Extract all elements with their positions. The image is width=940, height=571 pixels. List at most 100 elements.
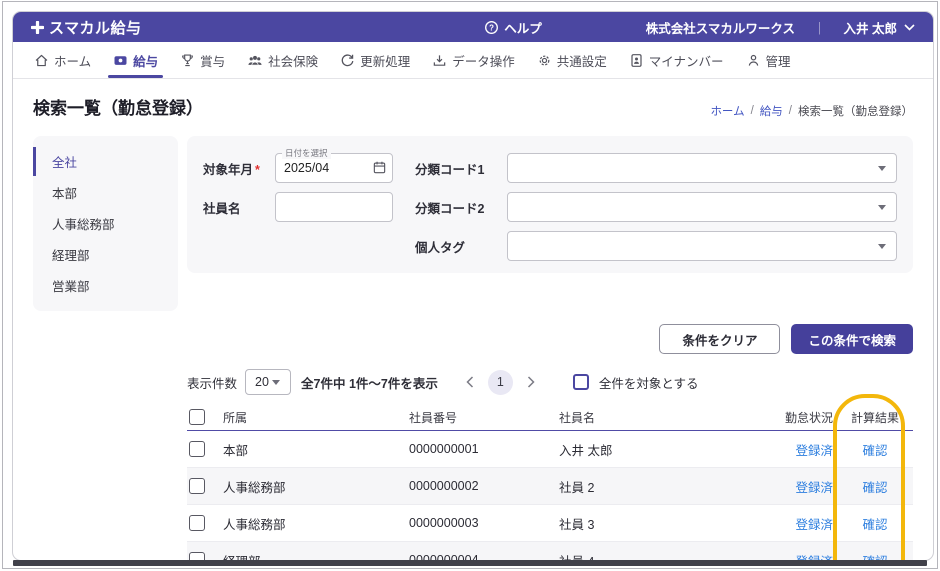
pagination: 1 (460, 369, 541, 395)
cell-dept: 本部 (223, 443, 249, 458)
personal-tag-label: 個人タグ (415, 240, 466, 255)
chevron-down-icon (272, 380, 281, 385)
employee-name-label: 社員名 (203, 201, 241, 216)
results-list: 表示件数 20 全7件中 1件〜7件を表示 1 全件を対象とする 所属 社員番号… (187, 369, 913, 560)
nav-item-payroll[interactable]: 給与 (104, 42, 167, 78)
sidebar-item-all[interactable]: 全社 (33, 147, 178, 176)
window-bottom-edge (13, 560, 927, 566)
search-button[interactable]: この条件で検索 (791, 324, 913, 354)
calendar-icon[interactable] (372, 160, 387, 175)
table-header-row: 所属 社員番号 社員名 勤怠状況 計算結果 (187, 404, 913, 431)
attendance-status-link[interactable]: 登録済 (755, 440, 837, 459)
target-month-field: 日付を選択 (275, 147, 393, 183)
cell-employee-no: 0000000001 (409, 442, 479, 456)
cell-employee-no: 0000000002 (409, 479, 479, 493)
sidebar-item-keiri[interactable]: 経理部 (33, 240, 178, 269)
download-tray-icon (432, 53, 447, 68)
prev-page-button[interactable] (460, 372, 480, 392)
required-mark: * (255, 162, 260, 177)
gear-icon (537, 53, 552, 68)
plus-icon (30, 20, 45, 34)
row-checkbox[interactable] (189, 441, 205, 457)
calc-result-link[interactable]: 確認 (837, 514, 913, 533)
attendance-status-link[interactable]: 登録済 (755, 477, 837, 496)
search-filter-panel: 対象年月* 日付を選択 分類コード1 社員名 (187, 136, 913, 273)
employee-table: 所属 社員番号 社員名 勤怠状況 計算結果 本部 0000000001 入井 太… (187, 394, 913, 560)
chevron-down-icon (878, 166, 886, 171)
nav-item-home[interactable]: ホーム (25, 42, 100, 78)
nav-item-social-insurance[interactable]: 社会保険 (238, 42, 327, 78)
sidebar-item-honbu[interactable]: 本部 (33, 178, 178, 207)
cell-employee-no: 0000000003 (409, 516, 479, 530)
user-menu[interactable]: 入井 太郎 (844, 18, 915, 37)
target-month-label: 対象年月 * (203, 162, 260, 177)
col-attendance-status: 勤怠状況 (784, 410, 833, 425)
date-field-floating-label: 日付を選択 (282, 147, 331, 159)
department-sidebar: 全社 本部 人事総務部 経理部 営業部 (33, 136, 178, 311)
nav-item-data-operation[interactable]: データ操作 (423, 42, 524, 78)
cell-dept: 人事総務部 (223, 480, 286, 495)
people-group-icon (247, 53, 263, 68)
cell-employee-name: 社員 3 (559, 517, 595, 532)
clear-conditions-button[interactable]: 条件をクリア (659, 324, 781, 354)
app-logo: スマカル給与 (30, 17, 142, 38)
breadcrumb-parent[interactable]: 給与 (760, 103, 783, 119)
personal-tag-select[interactable] (507, 231, 897, 261)
category2-select[interactable] (507, 192, 897, 222)
col-dept: 所属 (223, 410, 248, 425)
breadcrumb: ホーム / 給与 / 検索一覧（勤怠登録） (710, 103, 913, 119)
cell-employee-name: 社員 2 (559, 480, 595, 495)
category2-label: 分類コード2 (415, 201, 485, 216)
table-row: 人事総務部 0000000002 社員 2 登録済 確認 (187, 468, 913, 505)
attendance-status-link[interactable]: 登録済 (755, 514, 837, 533)
trophy-icon (180, 53, 195, 68)
row-checkbox[interactable] (189, 478, 205, 494)
category1-select[interactable] (507, 153, 897, 183)
employee-name-input[interactable] (275, 192, 393, 222)
cell-employee-name: 入井 太郎 (559, 443, 613, 458)
page-size-label: 表示件数 (187, 376, 238, 391)
table-row: 経理部 0000000004 社員 4 登録済 確認 (187, 542, 913, 560)
select-all-checkbox[interactable] (189, 409, 205, 425)
calc-result-link[interactable]: 確認 (837, 477, 913, 496)
chevron-down-icon (878, 205, 886, 210)
payroll-icon (113, 53, 128, 68)
col-employee-no: 社員番号 (409, 410, 458, 425)
nav-item-bonus[interactable]: 賞与 (171, 42, 234, 78)
id-card-icon (629, 53, 644, 68)
select-all-pages-checkbox[interactable] (572, 374, 589, 390)
select-all-label: 全件を対象とする (598, 376, 699, 391)
breadcrumb-home[interactable]: ホーム (710, 103, 744, 119)
calc-result-link[interactable]: 確認 (837, 440, 913, 459)
nav-item-update[interactable]: 更新処理 (331, 42, 419, 78)
next-page-button[interactable] (521, 372, 541, 392)
table-row: 人事総務部 0000000003 社員 3 登録済 確認 (187, 505, 913, 542)
page-title: 検索一覧（勤怠登録） (33, 99, 203, 118)
header-divider: ｜ (813, 21, 826, 36)
sidebar-item-eigyo[interactable]: 営業部 (33, 271, 178, 300)
help-icon: ? (484, 20, 499, 35)
svg-text:?: ? (489, 23, 494, 32)
help-button[interactable]: ? ヘルプ (484, 18, 542, 37)
home-icon (34, 53, 49, 68)
person-icon (746, 53, 761, 68)
col-employee-name: 社員名 (559, 410, 596, 425)
sidebar-item-jinji[interactable]: 人事総務部 (33, 209, 178, 238)
nav-item-my-number[interactable]: マイナンバー (620, 42, 733, 78)
breadcrumb-current: 検索一覧（勤怠登録） (798, 106, 913, 118)
nav-item-admin[interactable]: 管理 (737, 42, 800, 78)
app-window: スマカル給与 ? ヘルプ 株式会社スマカルワークス ｜ 入井 太郎 ホーム 給与… (12, 11, 934, 561)
chevron-down-icon (878, 244, 886, 249)
main-nav: ホーム 給与 賞与 社会保険 更新処理 データ操作 共通設定 マイナンバー 管理 (13, 42, 933, 79)
col-calc-result: 計算結果 (850, 410, 899, 425)
user-name: 入井 太郎 (843, 21, 897, 36)
page-size-select[interactable]: 20 (245, 369, 292, 395)
refresh-icon (340, 53, 355, 68)
category1-label: 分類コード1 (415, 162, 485, 177)
help-label: ヘルプ (504, 21, 542, 36)
page-number[interactable]: 1 (487, 369, 513, 395)
row-checkbox[interactable] (189, 515, 205, 531)
company-name: 株式会社スマカルワークス (645, 21, 795, 36)
window-frame: スマカル給与 ? ヘルプ 株式会社スマカルワークス ｜ 入井 太郎 ホーム 給与… (2, 1, 938, 569)
nav-item-settings[interactable]: 共通設定 (528, 42, 616, 78)
